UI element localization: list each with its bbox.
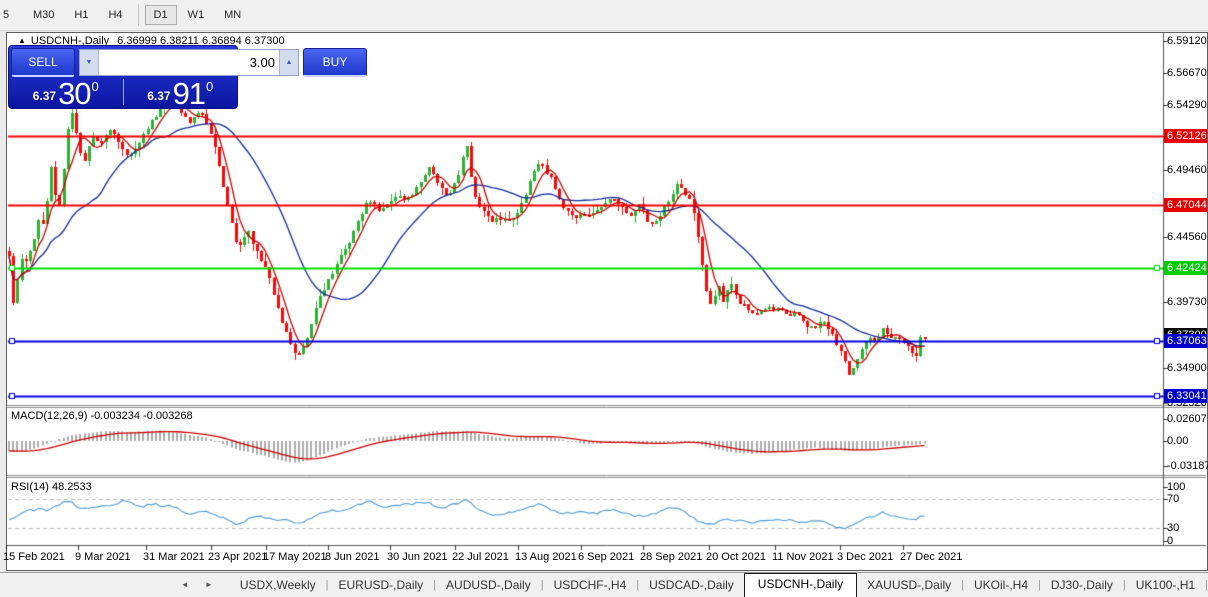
date-label: 17 May 2021 [263, 551, 327, 563]
tab-usdchf-h4[interactable]: USDCHF-,H4 [544, 575, 637, 597]
macd-tick-label: -0.03187 [1167, 460, 1208, 472]
date-label: 23 Apr 2021 [208, 551, 268, 563]
timeframe-toolbar: 5 M30 H1 H4 D1 W1 MN [0, 0, 1208, 31]
price-tick-label: 6.34900 [1167, 362, 1207, 374]
date-label: 11 Nov 2021 [772, 551, 834, 563]
date-label: 22 Jul 2021 [452, 551, 509, 563]
date-label: 30 Jun 2021 [387, 551, 448, 563]
timeframe-button-w1[interactable]: W1 [179, 5, 214, 25]
level-price-badge: 6.37063 [1164, 334, 1207, 348]
level-price-badge: 6.42424 [1164, 261, 1207, 275]
timeframe-button-mn[interactable]: MN [215, 5, 250, 25]
sell-price-big: 30 [58, 76, 91, 111]
tab-usdcnh-daily[interactable]: USDCNH-,Daily [743, 573, 858, 597]
tab-uk100-h1[interactable]: UK100-,H1 [1126, 575, 1205, 597]
one-click-trading-panel: SELL ▼ ▲ BUY 6.37 30 0 6.37 91 0 [8, 45, 367, 111]
price-tick-label: 6.49460 [1167, 164, 1207, 176]
macd-title: MACD(12,26,9) [11, 410, 88, 422]
macd-tick-label: 0.00 [1167, 435, 1189, 447]
timeframe-button-h4[interactable]: H4 [99, 5, 131, 25]
level-price-badge: 6.52126 [1164, 129, 1207, 143]
macd-value-1: -0.003234 [90, 410, 141, 422]
volume-decrease-button[interactable]: ▼ [80, 50, 99, 75]
volume-increase-button[interactable]: ▲ [279, 50, 298, 75]
timeframe-button-d1[interactable]: D1 [144, 5, 177, 25]
tab-eurusd-daily[interactable]: EURUSD-,Daily [328, 575, 433, 597]
date-label: 13 Aug 2021 [515, 551, 577, 563]
tab-scroll-right-icon[interactable]: ► [198, 580, 220, 589]
buy-price-small: 6.37 [147, 89, 171, 103]
rsi-tick-label: 70 [1167, 493, 1180, 505]
tab-dj30-daily[interactable]: DJ30-,Daily [1041, 575, 1123, 597]
tab-scroll-arrows: ◄ ► [174, 580, 220, 597]
buy-price-big: 91 [172, 76, 206, 111]
rsi-tick-label: 0 [1167, 535, 1174, 547]
rsi-label: RSI(14) 48.2533 [11, 481, 92, 493]
sell-price[interactable]: 6.37 30 0 [9, 76, 123, 111]
macd-tick-label: 0.02607 [1167, 413, 1207, 425]
timeframe-button-m30[interactable]: M30 [24, 5, 63, 25]
rsi-title: RSI(14) [11, 481, 49, 493]
volume-spinner: ▼ ▲ [79, 49, 299, 76]
level-price-badge: 6.33041 [1164, 389, 1207, 403]
buy-button[interactable]: BUY [303, 48, 367, 77]
timeframe-button-5[interactable]: 5 [1, 5, 22, 25]
date-label: 31 Mar 2021 [143, 551, 205, 563]
collapse-icon[interactable]: ▲ [18, 36, 26, 45]
date-label: 20 Oct 2021 [706, 551, 766, 563]
date-label: 9 Mar 2021 [75, 551, 131, 563]
date-label: 27 Dec 2021 [900, 551, 963, 563]
chart-tab-bar: ◄ ► USDX,Weekly | EURUSD-,Daily | AUDUSD-,Da… [0, 572, 1208, 597]
price-tick-label: 6.59120 [1167, 35, 1207, 47]
tab-usdx-weekly[interactable]: USDX,Weekly [230, 575, 326, 597]
tab-audusd-daily[interactable]: AUDUSD-,Daily [436, 575, 541, 597]
timeframe-button-h1[interactable]: H1 [65, 5, 97, 25]
toolbar-separator [137, 4, 139, 26]
tab-scroll-left-icon[interactable]: ◄ [174, 580, 196, 589]
rsi-tick-label: 30 [1167, 522, 1180, 534]
macd-value-2: -0.003268 [143, 410, 193, 422]
date-label: 8 Jun 2021 [325, 551, 380, 563]
rsi-value: 48.2533 [51, 481, 92, 493]
date-label: 6 Sep 2021 [578, 551, 635, 563]
date-label: 28 Sep 2021 [640, 551, 703, 563]
rsi-tick-label: 100 [1167, 481, 1186, 493]
date-label: 15 Feb 2021 [3, 551, 65, 563]
tab-usdcad-daily[interactable]: USDCAD-,Daily [639, 575, 744, 597]
buy-price-sup: 0 [206, 79, 214, 94]
volume-input[interactable] [99, 50, 279, 75]
tab-ukoil-h4[interactable]: UKOil-,H4 [964, 575, 1038, 597]
sell-price-sup: 0 [91, 79, 99, 94]
price-tick-label: 6.39730 [1167, 296, 1207, 308]
price-tick-label: 6.54290 [1167, 99, 1207, 111]
price-tick-label: 6.56670 [1167, 67, 1207, 79]
price-tick-label: 6.44560 [1167, 231, 1207, 243]
date-label: 3 Dec 2021 [837, 551, 894, 563]
sell-button[interactable]: SELL [11, 48, 75, 77]
level-price-badge: 6.47044 [1164, 198, 1207, 212]
tab-xauusd-daily[interactable]: XAUUSD-,Daily [857, 575, 961, 597]
sell-price-small: 6.37 [32, 89, 57, 103]
macd-label: MACD(12,26,9) -0.003234 -0.003268 [11, 410, 193, 422]
buy-price[interactable]: 6.37 91 0 [124, 76, 238, 111]
